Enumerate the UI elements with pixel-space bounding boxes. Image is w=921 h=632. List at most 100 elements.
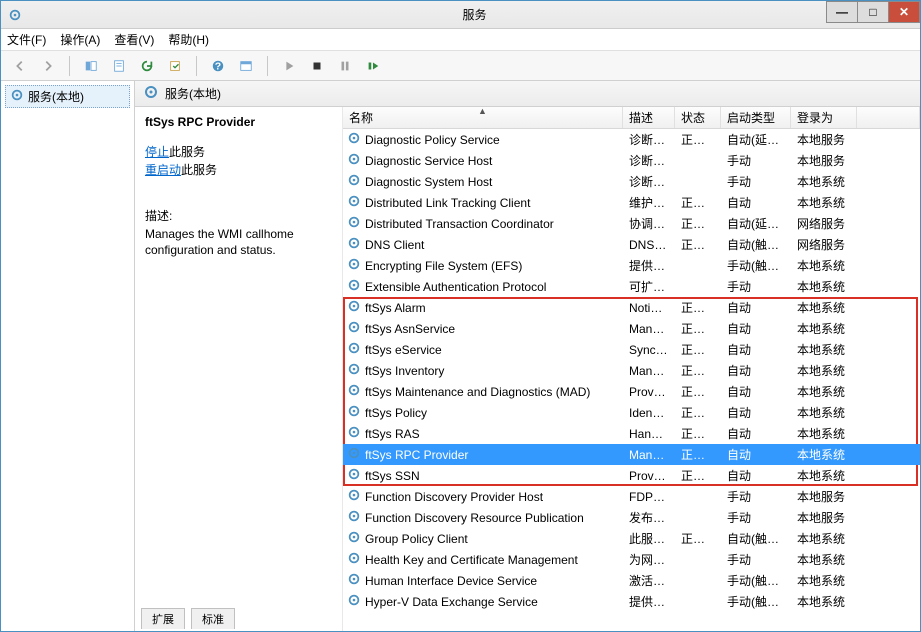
col-status[interactable]: 状态 — [675, 107, 721, 128]
service-row[interactable]: Hyper-V Data Exchange Service提供…手动(触发…本地… — [343, 591, 920, 612]
service-info-sidebar: ftSys RPC Provider 停止此服务 重启动此服务 描述: Mana… — [135, 107, 343, 631]
service-row[interactable]: Extensible Authentication Protocol可扩…手动本… — [343, 276, 920, 297]
restart-icon[interactable] — [362, 55, 384, 77]
list-header: 名称 ▲ 描述 状态 启动类型 登录为 — [343, 107, 920, 129]
menu-help[interactable]: 帮助(H) — [168, 31, 209, 48]
service-row[interactable]: ftSys SSNProv…正在…自动本地系统 — [343, 465, 920, 486]
col-startup-type[interactable]: 启动类型 — [721, 107, 791, 128]
service-desc: 诊断… — [623, 173, 675, 190]
service-start-type: 手动(触发… — [721, 257, 791, 274]
gear-icon — [347, 131, 361, 148]
restart-service-link[interactable]: 重启动 — [145, 163, 181, 177]
service-desc: Iden… — [623, 406, 675, 420]
service-start-type: 自动 — [721, 383, 791, 400]
list-body[interactable]: Diagnostic Policy Service诊断…正在…自动(延迟…本地服… — [343, 129, 920, 631]
service-name: Diagnostic Policy Service — [365, 133, 500, 147]
minimize-button[interactable]: — — [826, 1, 858, 23]
service-start-type: 自动(触发… — [721, 236, 791, 253]
service-row[interactable]: Function Discovery Resource Publication发… — [343, 507, 920, 528]
service-desc: 可扩… — [623, 278, 675, 295]
gear-icon — [347, 572, 361, 589]
service-desc: Man… — [623, 448, 675, 462]
menu-action[interactable]: 操作(A) — [60, 31, 100, 48]
stop-service-link[interactable]: 停止 — [145, 145, 169, 159]
service-desc: 为网… — [623, 551, 675, 568]
selected-service-name: ftSys RPC Provider — [145, 115, 332, 129]
forward-icon[interactable] — [37, 55, 59, 77]
maximize-button[interactable]: □ — [857, 1, 889, 23]
tab-standard[interactable]: 标准 — [191, 608, 235, 629]
service-start-type: 自动 — [721, 404, 791, 421]
gear-icon — [347, 446, 361, 463]
service-desc: 协调… — [623, 215, 675, 232]
service-row[interactable]: Encrypting File System (EFS)提供…手动(触发…本地系… — [343, 255, 920, 276]
gear-icon — [347, 194, 361, 211]
refresh-icon[interactable] — [136, 55, 158, 77]
col-name[interactable]: 名称 ▲ — [343, 107, 623, 128]
properties-icon[interactable] — [108, 55, 130, 77]
service-row[interactable]: Diagnostic Policy Service诊断…正在…自动(延迟…本地服… — [343, 129, 920, 150]
service-row[interactable]: Diagnostic System Host诊断…手动本地系统 — [343, 171, 920, 192]
service-row[interactable]: ftSys eServiceSync…正在…自动本地系统 — [343, 339, 920, 360]
back-icon[interactable] — [9, 55, 31, 77]
service-row[interactable]: Health Key and Certificate Management为网…… — [343, 549, 920, 570]
service-start-type: 自动 — [721, 467, 791, 484]
service-row[interactable]: ftSys AlarmNoti…正在…自动本地系统 — [343, 297, 920, 318]
toolbar-separator — [69, 56, 70, 76]
service-start-type: 手动 — [721, 551, 791, 568]
service-desc: 诊断… — [623, 131, 675, 148]
toolbar-separator — [267, 56, 268, 76]
play-icon[interactable] — [278, 55, 300, 77]
service-name: ftSys Maintenance and Diagnostics (MAD) — [365, 385, 590, 399]
tab-extended[interactable]: 扩展 — [141, 608, 185, 629]
tree-item-services-local[interactable]: 服务(本地) — [5, 85, 130, 108]
col-logon-as[interactable]: 登录为 — [791, 107, 857, 128]
dialog-icon[interactable] — [235, 55, 257, 77]
service-row[interactable]: Function Discovery Provider HostFDP…手动本地… — [343, 486, 920, 507]
menu-view[interactable]: 查看(V) — [114, 31, 154, 48]
service-row[interactable]: ftSys RASHan…正在…自动本地系统 — [343, 423, 920, 444]
window-controls: — □ ✕ — [827, 1, 920, 23]
help-icon[interactable]: ? — [207, 55, 229, 77]
service-row[interactable]: Group Policy Client此服…正在…自动(触发…本地系统 — [343, 528, 920, 549]
service-row[interactable]: Distributed Link Tracking Client维护…正在…自动… — [343, 192, 920, 213]
export-list-icon[interactable] — [164, 55, 186, 77]
service-row[interactable]: ftSys Maintenance and Diagnostics (MAD)P… — [343, 381, 920, 402]
service-row[interactable]: Distributed Transaction Coordinator协调…正在… — [343, 213, 920, 234]
service-logon: 网络服务 — [791, 236, 857, 253]
service-name: Encrypting File System (EFS) — [365, 259, 522, 273]
service-name: ftSys SSN — [365, 469, 420, 483]
service-logon: 本地系统 — [791, 278, 857, 295]
service-row[interactable]: Diagnostic Service Host诊断…手动本地服务 — [343, 150, 920, 171]
service-start-type: 自动 — [721, 341, 791, 358]
tree-item-label: 服务(本地) — [28, 88, 84, 105]
pause-icon[interactable] — [334, 55, 356, 77]
service-row[interactable]: ftSys InventoryMan…正在…自动本地系统 — [343, 360, 920, 381]
service-status: 正在… — [675, 341, 721, 358]
service-row[interactable]: Human Interface Device Service激活…手动(触发…本… — [343, 570, 920, 591]
service-logon: 本地服务 — [791, 509, 857, 526]
service-desc: 激活… — [623, 572, 675, 589]
menu-file[interactable]: 文件(F) — [7, 31, 46, 48]
service-logon: 本地系统 — [791, 173, 857, 190]
service-row[interactable]: ftSys PolicyIden…正在…自动本地系统 — [343, 402, 920, 423]
service-row[interactable]: ftSys AsnServiceMan…正在…自动本地系统 — [343, 318, 920, 339]
service-desc: DNS… — [623, 238, 675, 252]
show-hide-tree-icon[interactable] — [80, 55, 102, 77]
gear-icon — [347, 215, 361, 232]
service-desc: Sync… — [623, 343, 675, 357]
service-start-type: 自动 — [721, 446, 791, 463]
service-start-type: 手动 — [721, 488, 791, 505]
service-name: DNS Client — [365, 238, 424, 252]
services-list: 名称 ▲ 描述 状态 启动类型 登录为 Diagnostic Policy Se… — [343, 107, 920, 631]
stop-icon[interactable] — [306, 55, 328, 77]
service-row[interactable]: ftSys RPC ProviderMan…正在…自动本地系统 — [343, 444, 920, 465]
service-row[interactable]: DNS ClientDNS…正在…自动(触发…网络服务 — [343, 234, 920, 255]
col-description[interactable]: 描述 — [623, 107, 675, 128]
close-button[interactable]: ✕ — [888, 1, 920, 23]
stop-suffix: 此服务 — [169, 145, 205, 159]
service-status: 正在… — [675, 362, 721, 379]
service-start-type: 自动(触发… — [721, 530, 791, 547]
service-name: ftSys Policy — [365, 406, 427, 420]
service-desc: 此服… — [623, 530, 675, 547]
